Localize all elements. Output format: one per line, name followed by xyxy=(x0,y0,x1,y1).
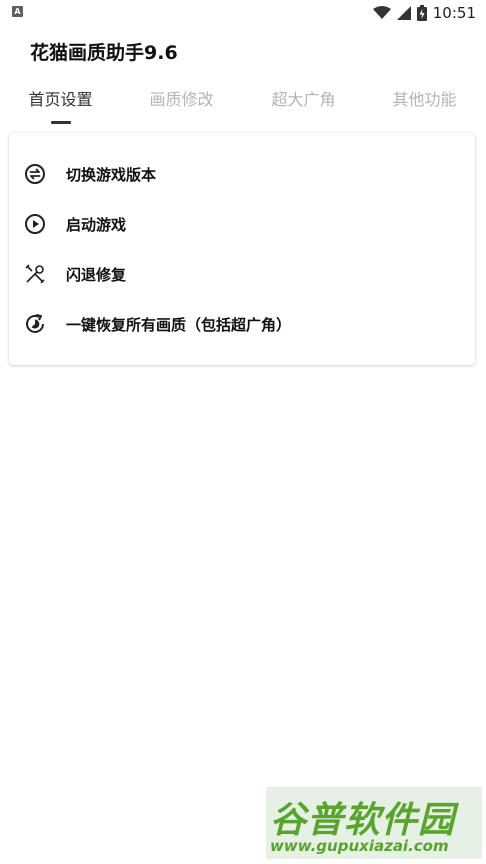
signal-icon xyxy=(396,6,411,20)
restore-icon xyxy=(26,314,44,333)
menu-item-switch-version[interactable]: 切换游戏版本 xyxy=(9,149,475,199)
watermark-name: 谷普软件园 xyxy=(270,800,456,841)
status-bar: A 10:51 xyxy=(0,0,486,26)
tools-icon xyxy=(25,264,45,284)
notification-badge: A xyxy=(12,6,23,17)
play-icon xyxy=(25,214,45,234)
status-icons: 10:51 xyxy=(372,2,476,24)
tab-home-settings[interactable]: 首页设置 xyxy=(0,86,121,110)
tab-wide-angle[interactable]: 超大广角 xyxy=(243,86,364,110)
menu-item-launch-game[interactable]: 启动游戏 xyxy=(9,199,475,249)
menu-item-label: 切换游戏版本 xyxy=(66,165,157,184)
switch-version-icon xyxy=(25,164,45,184)
menu-card: 切换游戏版本 启动游戏 闪退修复 一键恢复所有画质（包括超广角） xyxy=(9,133,475,365)
menu-item-restore-quality[interactable]: 一键恢复所有画质（包括超广角） xyxy=(9,299,475,349)
tab-other-functions[interactable]: 其他功能 xyxy=(364,86,485,110)
wifi-icon xyxy=(372,6,391,19)
watermark-url: www.gupuxiazai.com xyxy=(270,837,449,855)
tab-indicator xyxy=(51,121,71,124)
menu-item-label: 闪退修复 xyxy=(66,265,127,284)
status-time: 10:51 xyxy=(432,4,476,22)
tab-bar: 首页设置 画质修改 超大广角 其他功能 xyxy=(0,86,486,126)
watermark: 谷普软件园 www.gupuxiazai.com xyxy=(266,787,482,859)
menu-item-crash-fix[interactable]: 闪退修复 xyxy=(9,249,475,299)
menu-item-label: 一键恢复所有画质（包括超广角） xyxy=(66,315,292,334)
app-title: 花猫画质助手9.6 xyxy=(30,42,178,64)
battery-icon xyxy=(416,5,427,21)
tab-quality-edit[interactable]: 画质修改 xyxy=(121,86,242,110)
menu-item-label: 启动游戏 xyxy=(66,215,127,234)
